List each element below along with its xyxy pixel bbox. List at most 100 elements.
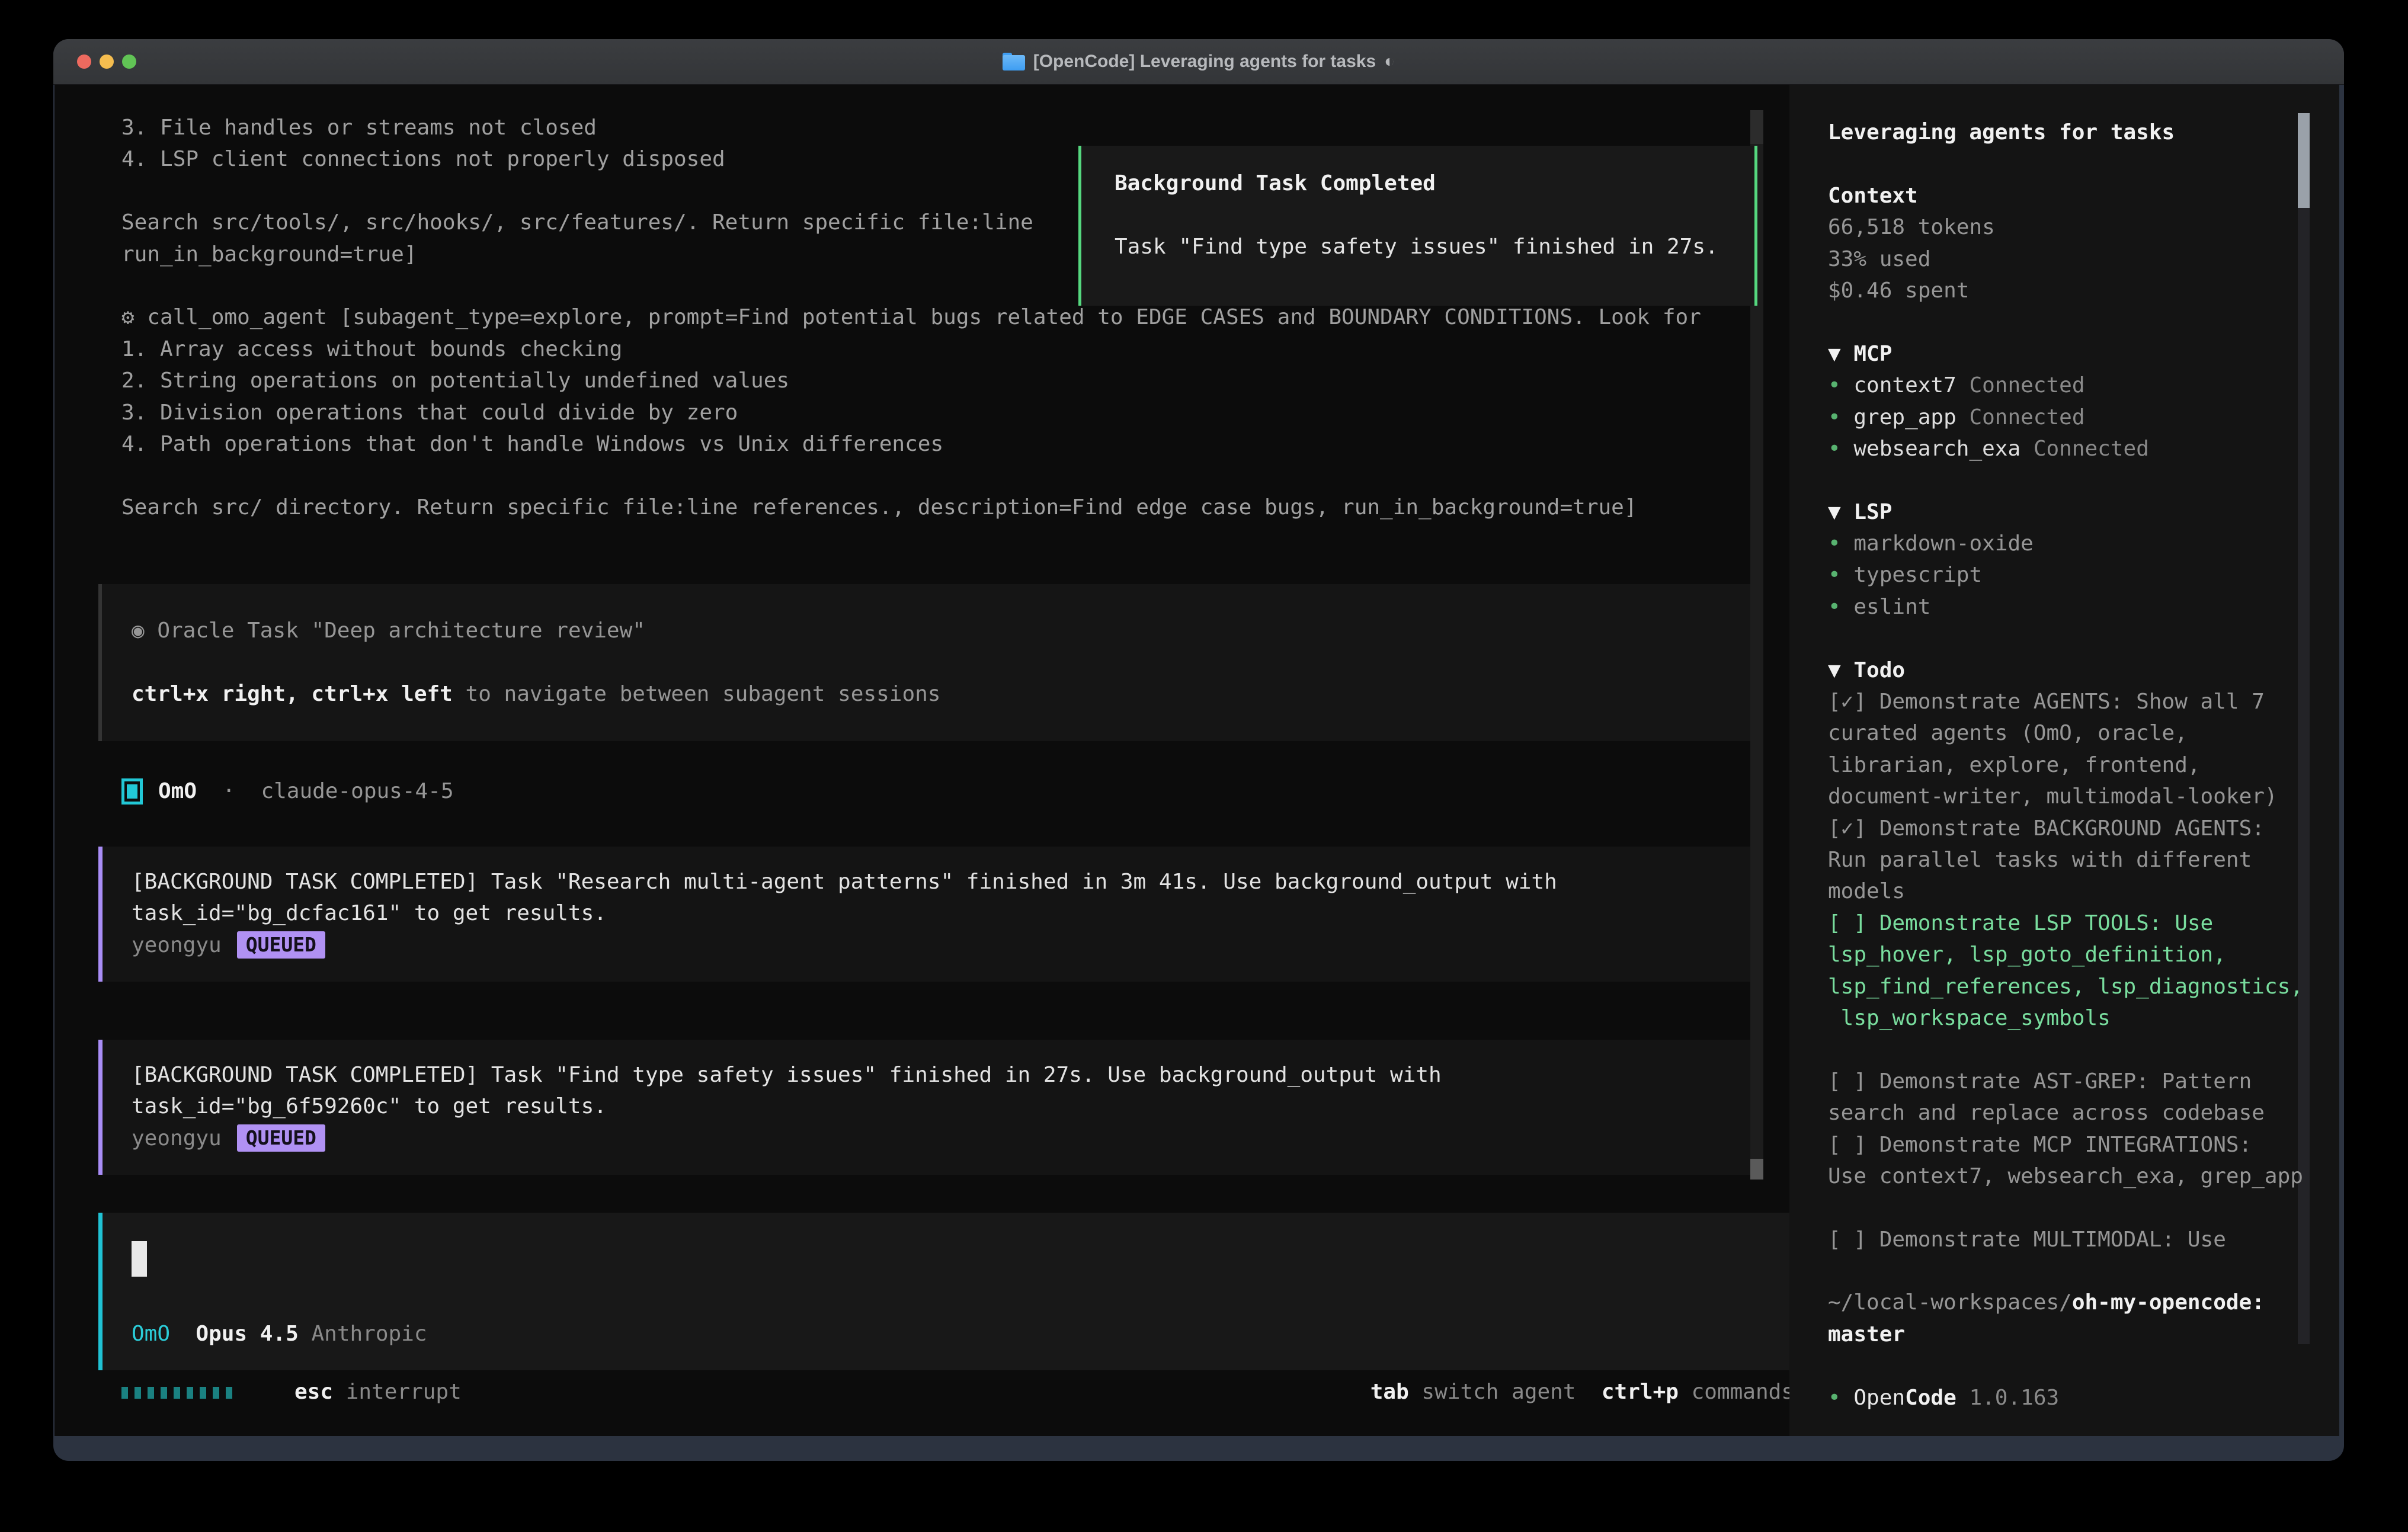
window-titlebar[interactable]: [OpenCode] Leveraging agents for tasks ◐	[53, 39, 2344, 85]
oracle-hint-keys: ctrl+x right, ctrl+x left	[132, 682, 453, 706]
app-version: 1.0.163	[1956, 1386, 2059, 1410]
terminal-output-line: ⚙ call_omo_agent [subagent_type=explore,…	[121, 302, 1701, 333]
oracle-hint-text: to navigate between subagent sessions	[453, 682, 941, 706]
todo-line-done: document-writer, multimodal-looker)	[1828, 781, 2319, 812]
spinner-dot	[200, 1387, 206, 1399]
model-status-row: OmO Opus 4.5 Anthropic	[132, 1318, 427, 1350]
spinner-dot	[187, 1387, 193, 1399]
context-used: 33% used	[1828, 243, 2319, 275]
session-title: Leveraging agents for tasks	[1828, 117, 2319, 148]
spinner-dot	[135, 1387, 141, 1399]
status-dot-icon: •	[1828, 531, 1841, 556]
context-heading: Context	[1828, 180, 2319, 211]
window-title-area: [OpenCode] Leveraging agents for tasks ◐	[53, 39, 2344, 84]
todo-line-done: librarian, explore, frontend,	[1828, 749, 2319, 781]
version-row: • OpenCode 1.0.163	[1828, 1382, 2319, 1414]
spinner-dot	[121, 1387, 128, 1399]
lsp-section-heading[interactable]: ▼ LSP	[1828, 496, 2319, 528]
session-sidebar: Leveraging agents for tasks Context 66,5…	[1789, 85, 2339, 1436]
maximize-button[interactable]	[122, 55, 136, 69]
mcp-item: • websearch_exa Connected	[1828, 433, 2319, 464]
oracle-nav-hint: ctrl+x right, ctrl+x left to navigate be…	[132, 678, 1754, 710]
todo-done-items: [✓] Demonstrate AGENTS: Show all 7curate…	[1828, 686, 2319, 908]
status-dot-icon: •	[1828, 405, 1841, 430]
agent-model: claude-opus-4-5	[261, 775, 453, 807]
spinner-dot	[213, 1387, 219, 1399]
background-task-message: [BACKGROUND TASK COMPLETED] Task "Find t…	[98, 1040, 1754, 1175]
agent-separator	[197, 775, 222, 807]
agent-model-gap	[235, 775, 261, 807]
input-provider-name: Anthropic	[311, 1322, 427, 1346]
main-scrollbar-thumb[interactable]	[1750, 1159, 1763, 1180]
agent-separator-dot: ·	[222, 775, 235, 807]
spinner-dot	[174, 1387, 180, 1399]
todo-line-done: [✓] Demonstrate AGENTS: Show all 7	[1828, 686, 2319, 717]
status-dot-icon: •	[1828, 373, 1841, 398]
main-scrollbar-thumb-top[interactable]	[1750, 110, 1763, 144]
todo-line-done: Run parallel tasks with different	[1828, 844, 2319, 876]
todo-section-heading[interactable]: ▼ Todo	[1828, 655, 2319, 686]
agent-name: OmO	[158, 775, 197, 807]
todo-line-current: lsp_hover, lsp_goto_definition,	[1828, 939, 2319, 970]
app-name: Open	[1853, 1386, 1905, 1410]
terminal-output-line: 3. File handles or streams not closed	[121, 112, 1701, 143]
terminal-output-line: Search src/ directory. Return specific f…	[121, 492, 1701, 523]
todo-pending-items: [ ] Demonstrate MULTIMODAL: Use	[1828, 1224, 2319, 1255]
todo-line-done: curated agents (OmO, oracle,	[1828, 717, 2319, 749]
lsp-item: • markdown-oxide	[1828, 528, 2319, 559]
close-button[interactable]	[77, 55, 91, 69]
status-badge-queued: QUEUED	[237, 931, 325, 959]
keyboard-hints: tab switch agent ctrl+p commands	[1370, 1376, 1794, 1408]
input-model-name: Opus 4.5	[196, 1322, 298, 1346]
minimize-button[interactable]	[100, 55, 114, 69]
background-task-toast: Background Task Completed Task "Find typ…	[1078, 146, 1757, 306]
context-spent: $0.46 spent	[1828, 275, 2319, 306]
lsp-list: • markdown-oxide• typescript• eslint	[1828, 528, 2319, 623]
mcp-section-heading[interactable]: ▼ MCP	[1828, 338, 2319, 370]
status-bar: esc interrupt tab switch agent ctrl+p co…	[121, 1376, 1794, 1408]
message-line: [BACKGROUND TASK COMPLETED] Task "Resear…	[132, 866, 1754, 898]
spinner-dot	[226, 1387, 232, 1399]
text-cursor	[132, 1241, 147, 1277]
message-line: [BACKGROUND TASK COMPLETED] Task "Find t…	[132, 1059, 1754, 1091]
input-agent-name: OmO	[132, 1322, 170, 1346]
window-title: [OpenCode] Leveraging agents for tasks	[1033, 52, 1376, 72]
message-line: task_id="bg_dcfac161" to get results.	[132, 898, 1754, 929]
agent-square-icon	[121, 778, 143, 805]
background-task-message: [BACKGROUND TASK COMPLETED] Task "Resear…	[98, 847, 1754, 982]
status-badge-queued: QUEUED	[237, 1124, 325, 1152]
spinner-dot	[161, 1387, 167, 1399]
terminal-output-line: 2. String operations on potentially unde…	[121, 365, 1701, 396]
message-author: yeongyu	[132, 933, 222, 957]
terminal-output-line: 3. Division operations that could divide…	[121, 397, 1701, 428]
todo-line-pending: [ ] Demonstrate MULTIMODAL: Use	[1828, 1224, 2319, 1255]
esc-key-label: esc	[294, 1380, 333, 1404]
tab-key-label[interactable]: tab	[1370, 1380, 1409, 1404]
todo-line-current: [ ] Demonstrate LSP TOOLS: Use	[1828, 908, 2319, 939]
todo-line-pending: search and replace across codebase	[1828, 1097, 2319, 1129]
status-dot-icon: •	[1828, 1386, 1841, 1410]
mcp-item: • context7 Connected	[1828, 370, 2319, 401]
terminal-output-line: 1. Array access without bounds checking	[121, 334, 1701, 365]
prompt-input[interactable]: OmO Opus 4.5 Anthropic	[98, 1213, 1794, 1370]
todo-line-done: models	[1828, 876, 2319, 907]
terminal-output-line: 4. Path operations that don't handle Win…	[121, 428, 1701, 460]
terminal-output-line	[121, 460, 1701, 491]
todo-line-pending: [ ] Demonstrate MCP INTEGRATIONS:	[1828, 1129, 2319, 1161]
status-dot-icon: •	[1828, 563, 1841, 587]
terminal-content: 3. File handles or streams not closed 4. …	[55, 85, 2339, 1436]
opencode-terminal-window: [OpenCode] Leveraging agents for tasks ◐…	[53, 39, 2344, 1461]
ctrlp-key-label[interactable]: ctrl+p	[1602, 1380, 1679, 1404]
oracle-task-title: ◉ Oracle Task "Deep architecture review"	[132, 615, 1754, 646]
spinner-dot	[148, 1387, 154, 1399]
todo-line-current: lsp_workspace_symbols	[1828, 1002, 2319, 1034]
mcp-item: • grep_app Connected	[1828, 402, 2319, 433]
interrupt-hint[interactable]: esc interrupt	[294, 1376, 462, 1408]
progress-spinner	[121, 1387, 232, 1399]
mcp-list: • context7 Connected• grep_app Connected…	[1828, 370, 2319, 464]
folder-icon	[1003, 53, 1025, 70]
todo-line-done: [✓] Demonstrate BACKGROUND AGENTS:	[1828, 813, 2319, 844]
todo-line-pending: [ ] Demonstrate AST-GREP: Pattern	[1828, 1066, 2319, 1097]
todo-current-item: [ ] Demonstrate LSP TOOLS: Uselsp_hover,…	[1828, 908, 2319, 1034]
workspace-path: ~/local-workspaces/oh-my-opencode:	[1828, 1287, 2319, 1318]
